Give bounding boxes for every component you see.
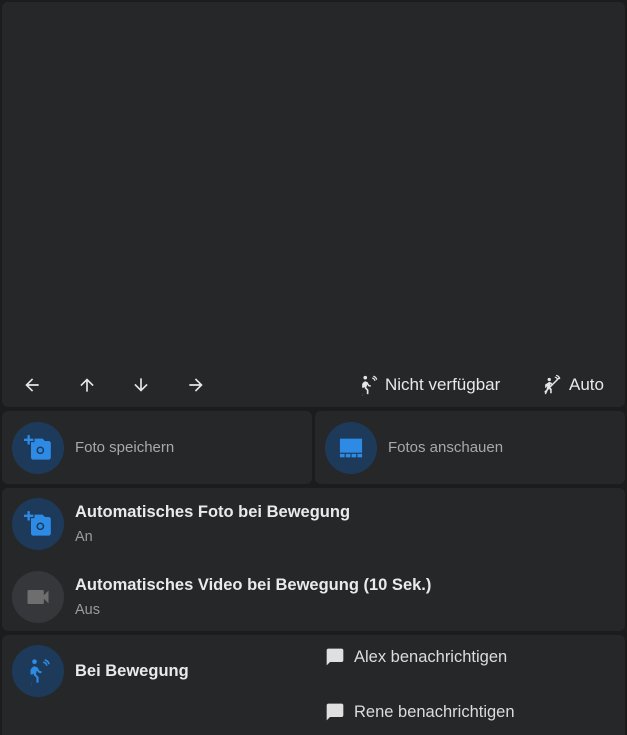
camera-controls: Nicht verfügbar Auto [2, 364, 625, 406]
auto-photo-badge [12, 498, 64, 550]
notify-rene-label: Rene benachrichtigen [354, 702, 515, 721]
view-photos-badge [325, 421, 377, 474]
arrow-up-icon [80, 378, 94, 392]
message-icon [326, 703, 344, 721]
automation-card: Automatisches Foto bei Bewegung An Autom… [2, 488, 625, 631]
video-camera-icon [27, 590, 49, 604]
auto-video-state: Aus [75, 602, 100, 618]
auto-mode-icon [544, 374, 561, 395]
notify-rene[interactable]: Rene benachrichtigen [325, 702, 515, 722]
pan-up-button[interactable] [72, 372, 102, 398]
pan-right-button[interactable] [181, 372, 211, 398]
notify-alex[interactable]: Alex benachrichtigen [325, 647, 507, 667]
pan-left-button[interactable] [17, 372, 47, 398]
camera-card: Nicht verfügbar Auto [2, 2, 625, 407]
motion-sensor-icon [362, 375, 378, 396]
arrow-left-icon [25, 378, 39, 392]
motion-sensor-icon [30, 659, 50, 685]
message-icon [326, 648, 344, 666]
add-photo-icon [24, 434, 51, 460]
auto-video-title: Automatisches Video bei Bewegung (10 Sek… [75, 576, 432, 594]
auto-video-badge [12, 571, 64, 623]
on-motion-row[interactable]: Bei Bewegung [12, 645, 189, 697]
mode-toggle[interactable]: Auto [541, 370, 604, 400]
on-motion-title: Bei Bewegung [75, 661, 189, 680]
arrow-down-icon [134, 378, 148, 392]
on-motion-badge [12, 645, 64, 697]
pan-down-button[interactable] [126, 372, 156, 398]
motion-status-label: Nicht verfügbar [385, 375, 501, 394]
photo-gallery-icon [339, 438, 363, 457]
auto-video-row[interactable]: Automatisches Video bei Bewegung (10 Sek… [12, 571, 431, 623]
save-photo-badge [12, 421, 64, 474]
view-photos-button[interactable]: Fotos anschauen [315, 411, 625, 484]
camera-view[interactable] [2, 2, 625, 357]
view-photos-label: Fotos anschauen [388, 439, 504, 456]
auto-photo-row[interactable]: Automatisches Foto bei Bewegung An [12, 498, 350, 550]
save-photo-button[interactable]: Foto speichern [2, 411, 312, 484]
arrow-right-icon [189, 378, 203, 392]
auto-photo-state: An [75, 529, 93, 545]
on-motion-card: Bei Bewegung Alex benachrichtigen Rene b… [2, 635, 625, 735]
add-photo-icon [24, 511, 51, 536]
mode-label: Auto [569, 375, 604, 394]
notify-alex-label: Alex benachrichtigen [354, 647, 508, 666]
save-photo-label: Foto speichern [75, 439, 175, 456]
auto-photo-title: Automatisches Foto bei Bewegung [75, 503, 351, 521]
motion-sensor-status[interactable]: Nicht verfügbar [357, 370, 500, 400]
